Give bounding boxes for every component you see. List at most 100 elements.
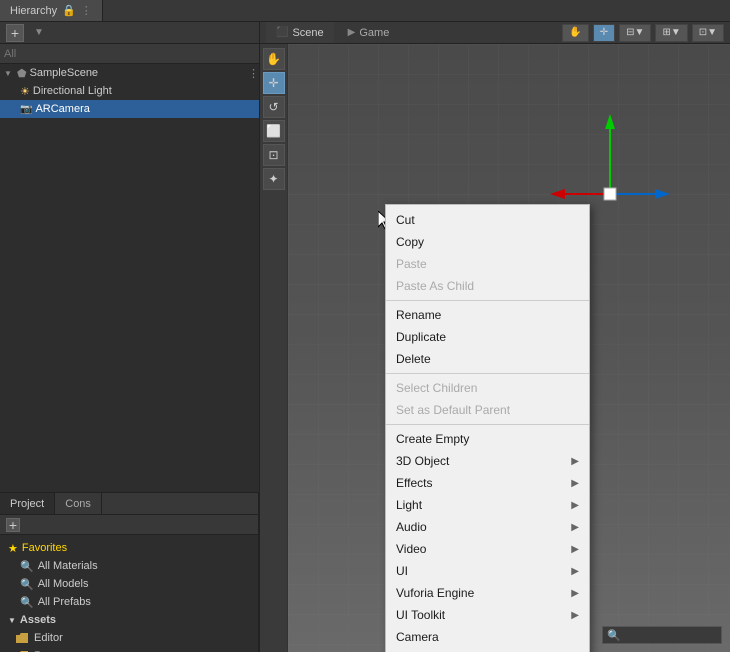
scene-viewport[interactable]: ✋ ✛ ↺ ⬜ ⊡ ✦ xyxy=(260,44,730,652)
scale-tool[interactable]: ⬜ xyxy=(263,120,285,142)
ctx-3d-object[interactable]: 3D Object ▶ xyxy=(386,450,589,472)
ctx-camera-label: Camera xyxy=(396,630,439,644)
ctx-ui-arrow: ▶ xyxy=(571,566,579,577)
assets-label: Assets xyxy=(20,614,56,626)
assets-arrow: ▼ xyxy=(8,616,16,625)
ctx-delete[interactable]: Delete xyxy=(386,348,589,370)
scene-gizmo-hand[interactable]: ✋ xyxy=(562,24,588,42)
ctx-rename-label: Rename xyxy=(396,308,441,322)
ctx-paste-as-child: Paste As Child xyxy=(386,275,589,297)
hierarchy-tab-label: Hierarchy xyxy=(10,5,57,17)
lock-icon[interactable]: 🔒 xyxy=(62,4,76,17)
ctx-visual-scripting[interactable]: Visual Scripting Scene Variables xyxy=(386,648,589,652)
ctx-light-arrow: ▶ xyxy=(571,500,579,511)
console-tab[interactable]: Cons xyxy=(55,493,102,514)
scene-name: SampleScene xyxy=(30,67,99,79)
scene-dots[interactable]: ⋮ xyxy=(248,67,259,80)
cube-icon: ⬛ xyxy=(276,27,288,38)
scene-tab-label: Scene xyxy=(292,27,323,39)
search-icon-prefabs: 🔍 xyxy=(20,596,34,609)
arcamera-label: ARCamera xyxy=(35,103,89,115)
game-tab-label: Game xyxy=(359,27,389,39)
ctx-copy[interactable]: Copy xyxy=(386,231,589,253)
ctx-sep-1 xyxy=(386,300,589,301)
main-layout: + ▼ ▼ ⬟ SampleScene ⋮ ☀ Directional Ligh… xyxy=(0,22,730,652)
ctx-vuforia-engine[interactable]: Vuforia Engine ▶ xyxy=(386,582,589,604)
favorites-header[interactable]: ★ Favorites xyxy=(4,539,254,557)
project-tab[interactable]: Project xyxy=(0,493,55,514)
all-prefabs-item[interactable]: 🔍 All Prefabs xyxy=(4,593,254,611)
dots-icon[interactable]: ⋮ xyxy=(81,4,92,17)
scene-gizmo-grid[interactable]: ⊞▼ xyxy=(655,24,687,42)
ctx-audio-arrow: ▶ xyxy=(571,522,579,533)
all-materials-label: All Materials xyxy=(38,560,98,572)
ctx-ui[interactable]: UI ▶ xyxy=(386,560,589,582)
scene-tab[interactable]: ⬛ Scene xyxy=(266,22,334,43)
search-icon-models: 🔍 xyxy=(20,578,34,591)
project-panel-tabs: Project Cons xyxy=(0,493,258,515)
ctx-audio[interactable]: Audio ▶ xyxy=(386,516,589,538)
game-icon: ▶ xyxy=(348,27,356,38)
ctx-effects-label: Effects xyxy=(396,476,432,490)
ctx-delete-label: Delete xyxy=(396,352,431,366)
console-tab-label: Cons xyxy=(65,498,91,510)
transform-tool[interactable]: ✦ xyxy=(263,168,285,190)
move-tool[interactable]: ✛ xyxy=(263,72,285,94)
all-materials-item[interactable]: 🔍 All Materials xyxy=(4,557,254,575)
ctx-copy-label: Copy xyxy=(396,235,424,249)
folder-icon-editor xyxy=(16,633,28,643)
project-add-btn[interactable]: + xyxy=(6,518,20,532)
project-panel: Project Cons + ★ Favorites xyxy=(0,493,259,652)
ctx-light-label: Light xyxy=(396,498,422,512)
ctx-camera[interactable]: Camera xyxy=(386,626,589,648)
ctx-cut-label: Cut xyxy=(396,213,415,227)
scene-gizmo-extra[interactable]: ⊡▼ xyxy=(692,24,724,42)
resources-folder[interactable]: Resources xyxy=(4,647,254,652)
all-models-item[interactable]: 🔍 All Models xyxy=(4,575,254,593)
ctx-effects-arrow: ▶ xyxy=(571,478,579,489)
tree-item-arcamera[interactable]: 📷 ARCamera xyxy=(0,100,259,118)
project-panel-content: ★ Favorites 🔍 All Materials 🔍 All Models… xyxy=(0,535,258,652)
scene-arrow: ▼ xyxy=(4,69,14,78)
search-icon-bottom: 🔍 xyxy=(607,629,621,642)
ctx-cut[interactable]: Cut xyxy=(386,209,589,231)
tree-item-directional-light[interactable]: ☀ Directional Light xyxy=(0,82,259,100)
hierarchy-search-input[interactable] xyxy=(4,48,255,60)
ctx-rename[interactable]: Rename xyxy=(386,304,589,326)
rect-tool[interactable]: ⊡ xyxy=(263,144,285,166)
ctx-create-empty[interactable]: Create Empty xyxy=(386,428,589,450)
hierarchy-panel-title: ▼ xyxy=(34,27,44,38)
assets-header[interactable]: ▼ Assets xyxy=(4,611,254,629)
ctx-video-arrow: ▶ xyxy=(571,544,579,555)
star-icon: ★ xyxy=(8,542,18,555)
ctx-3d-object-label: 3D Object xyxy=(396,454,449,468)
scene-gizmo-rotate[interactable]: ✛ xyxy=(593,24,615,42)
add-button[interactable]: + xyxy=(6,24,24,42)
game-tab[interactable]: ▶ Game xyxy=(338,22,400,43)
ctx-light[interactable]: Light ▶ xyxy=(386,494,589,516)
left-panel: + ▼ ▼ ⬟ SampleScene ⋮ ☀ Directional Ligh… xyxy=(0,22,260,652)
hand-tool[interactable]: ✋ xyxy=(263,48,285,70)
ctx-3d-object-arrow: ▶ xyxy=(571,456,579,467)
ctx-set-default-parent-label: Set as Default Parent xyxy=(396,403,510,417)
project-panel-header: + xyxy=(0,515,258,535)
scene-root[interactable]: ▼ ⬟ SampleScene ⋮ xyxy=(0,64,259,82)
ctx-duplicate-label: Duplicate xyxy=(396,330,446,344)
ctx-ui-toolkit-arrow: ▶ xyxy=(571,610,579,621)
hierarchy-tab[interactable]: Hierarchy 🔒 ⋮ xyxy=(0,0,103,21)
bottom-search-input[interactable] xyxy=(621,629,717,641)
right-panel: ⬛ Scene ▶ Game ✋ ✛ ⊟▼ ⊞▼ ⊡▼ ✋ ✛ ↺ ⬜ xyxy=(260,22,730,652)
all-prefabs-label: All Prefabs xyxy=(38,596,91,608)
ctx-effects[interactable]: Effects ▶ xyxy=(386,472,589,494)
editor-folder[interactable]: Editor xyxy=(4,629,254,647)
scene-gizmo-dropdown[interactable]: ⊟▼ xyxy=(619,24,651,42)
ctx-vuforia-engine-label: Vuforia Engine xyxy=(396,586,474,600)
ctx-select-children: Select Children xyxy=(386,377,589,399)
ctx-audio-label: Audio xyxy=(396,520,427,534)
ctx-ui-toolkit[interactable]: UI Toolkit ▶ xyxy=(386,604,589,626)
ctx-video[interactable]: Video ▶ xyxy=(386,538,589,560)
rotate-tool[interactable]: ↺ xyxy=(263,96,285,118)
ctx-duplicate[interactable]: Duplicate xyxy=(386,326,589,348)
ctx-select-children-label: Select Children xyxy=(396,381,477,395)
ctx-paste-as-child-label: Paste As Child xyxy=(396,279,474,293)
